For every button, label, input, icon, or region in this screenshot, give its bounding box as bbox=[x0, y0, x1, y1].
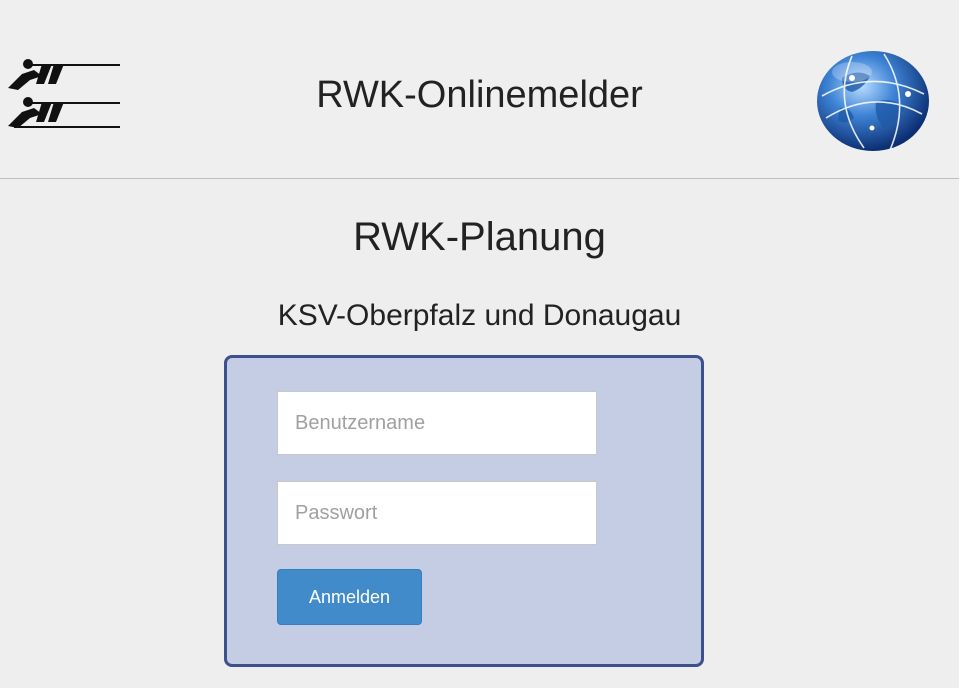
page-subtitle: KSV-Oberpfalz und Donaugau bbox=[277, 299, 682, 332]
username-input[interactable] bbox=[277, 391, 597, 455]
page-title: RWK-Planung bbox=[353, 215, 606, 259]
login-panel: Anmelden bbox=[224, 355, 704, 667]
header: RWK-Onlinemelder bbox=[0, 0, 959, 179]
login-button[interactable]: Anmelden bbox=[277, 569, 422, 625]
globe-icon bbox=[817, 51, 929, 151]
password-input[interactable] bbox=[277, 481, 597, 545]
